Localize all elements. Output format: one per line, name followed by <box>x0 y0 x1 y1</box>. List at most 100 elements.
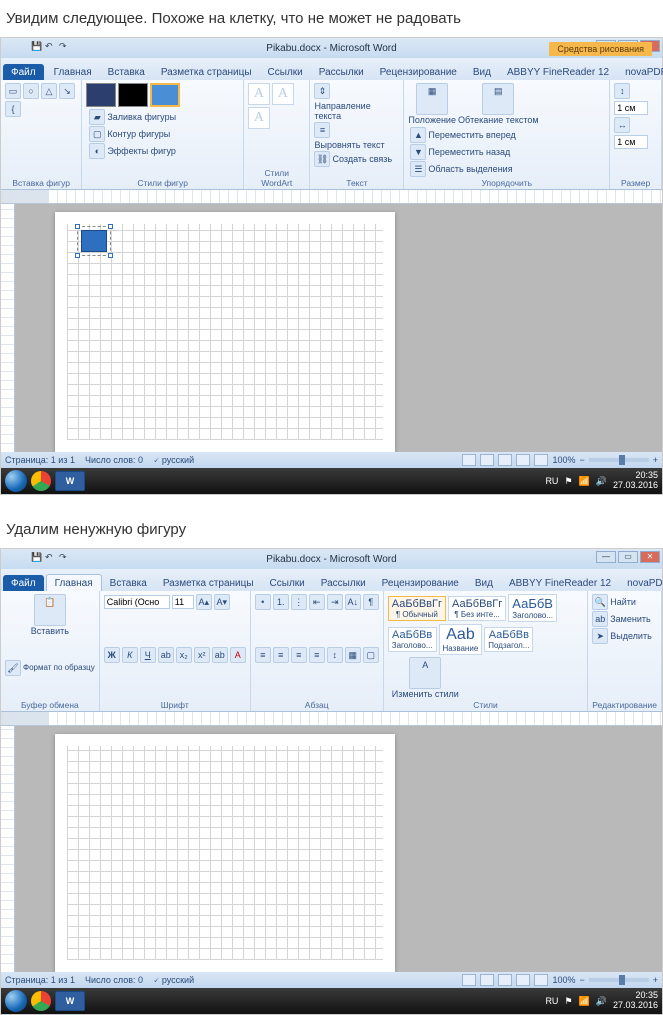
selected-shape-rectangle[interactable] <box>81 230 107 252</box>
view-draft[interactable] <box>534 974 548 986</box>
start-button[interactable] <box>5 990 27 1012</box>
tab-layout[interactable]: Разметка страницы <box>153 64 260 80</box>
tray-lang[interactable]: RU <box>545 476 558 486</box>
shape-icon[interactable]: △ <box>41 83 57 99</box>
tab-novapdf[interactable]: novaPDF <box>619 575 663 591</box>
resize-handle[interactable] <box>108 224 113 229</box>
zoom-value[interactable]: 100% <box>552 975 575 985</box>
select-icon[interactable]: ➤ <box>592 628 608 644</box>
style-heading2[interactable]: АаБбВвЗаголово... <box>388 627 437 652</box>
link-icon[interactable]: ⛓ <box>314 151 330 167</box>
status-wordcount[interactable]: Число слов: 0 <box>85 455 143 466</box>
tray-flag-icon[interactable]: ⚑ <box>564 476 572 487</box>
view-web[interactable] <box>498 974 512 986</box>
style-swatch-selected[interactable] <box>150 83 180 107</box>
shape-height-input[interactable] <box>614 101 648 115</box>
tab-references[interactable]: Ссылки <box>262 575 313 591</box>
align-left-button[interactable]: ≡ <box>255 647 271 663</box>
shape-icon[interactable]: ▭ <box>5 83 21 99</box>
zoom-slider[interactable] <box>589 978 649 982</box>
decrease-indent-button[interactable]: ⇤ <box>309 594 325 610</box>
align-right-button[interactable]: ≡ <box>291 647 307 663</box>
paste-button[interactable]: 📋 <box>34 594 66 626</box>
tray-network-icon[interactable]: 📶 <box>579 996 590 1007</box>
tray-flag-icon[interactable]: ⚑ <box>564 996 572 1007</box>
wordart-style[interactable]: A <box>248 83 270 105</box>
maximize-button[interactable]: ▭ <box>618 551 638 563</box>
view-reading[interactable] <box>480 454 494 466</box>
tab-layout[interactable]: Разметка страницы <box>155 575 262 591</box>
horizontal-ruler[interactable] <box>1 190 662 204</box>
tray-lang[interactable]: RU <box>545 996 558 1006</box>
italic-button[interactable]: К <box>122 647 138 663</box>
tray-network-icon[interactable]: 📶 <box>579 476 590 487</box>
taskbar-word-icon[interactable]: W <box>55 471 85 491</box>
start-button[interactable] <box>5 470 27 492</box>
replace-icon[interactable]: ab <box>592 611 608 627</box>
align-text-label[interactable]: Выровнять текст <box>314 140 384 150</box>
tab-review[interactable]: Рецензирование <box>372 64 465 80</box>
status-language[interactable]: 🗸 русский <box>153 975 194 986</box>
strike-button[interactable]: ab <box>158 647 174 663</box>
view-web[interactable] <box>498 454 512 466</box>
tray-clock[interactable]: 20:35 27.03.2016 <box>613 471 658 491</box>
select-label[interactable]: Выделить <box>610 631 652 641</box>
bring-forward-label[interactable]: Переместить вперед <box>428 130 515 140</box>
shrink-font-icon[interactable]: A▾ <box>214 594 230 610</box>
align-text-icon[interactable]: ≡ <box>314 122 330 138</box>
show-marks-button[interactable]: ¶ <box>363 594 379 610</box>
document-page[interactable] <box>55 212 395 452</box>
font-name-dropdown[interactable] <box>104 595 170 609</box>
view-print-layout[interactable] <box>462 454 476 466</box>
tab-home[interactable]: Главная <box>46 64 100 80</box>
shape-width-input[interactable] <box>614 135 648 149</box>
fill-icon[interactable]: ▰ <box>89 109 105 125</box>
format-painter-label[interactable]: Формат по образцу <box>23 663 95 672</box>
selection-pane-label[interactable]: Область выделения <box>428 164 512 174</box>
tab-file[interactable]: Файл <box>3 575 44 591</box>
view-draft[interactable] <box>534 454 548 466</box>
wrap-text-button[interactable]: ▤ <box>482 83 514 115</box>
style-subtitle[interactable]: АаБбВвПодзагол... <box>484 627 533 652</box>
zoom-out-button[interactable]: − <box>579 975 584 985</box>
bold-button[interactable]: Ж <box>104 647 120 663</box>
document-page[interactable] <box>55 734 395 972</box>
font-size-dropdown[interactable] <box>172 595 194 609</box>
outline-icon[interactable]: ▢ <box>89 126 105 142</box>
save-icon[interactable]: 💾 <box>31 552 41 562</box>
shape-icon[interactable]: ○ <box>23 83 39 99</box>
font-color-button[interactable]: A <box>230 647 246 663</box>
vertical-ruler[interactable] <box>1 726 15 972</box>
tab-insert[interactable]: Вставка <box>100 64 153 80</box>
tab-review[interactable]: Рецензирование <box>374 575 467 591</box>
zoom-in-button[interactable]: + <box>653 975 658 985</box>
taskbar-chrome-icon[interactable] <box>31 471 51 491</box>
borders-button[interactable]: ▢ <box>363 647 379 663</box>
effects-icon[interactable]: ◐ <box>89 143 105 159</box>
tab-home[interactable]: Главная <box>46 574 102 591</box>
save-icon[interactable]: 💾 <box>31 41 41 51</box>
increase-indent-button[interactable]: ⇥ <box>327 594 343 610</box>
create-link-label[interactable]: Создать связь <box>332 154 392 164</box>
undo-icon[interactable]: ↶ <box>45 552 55 562</box>
resize-handle[interactable] <box>75 253 80 258</box>
tab-view[interactable]: Вид <box>467 575 501 591</box>
zoom-in-button[interactable]: + <box>653 455 658 465</box>
line-spacing-button[interactable]: ↕ <box>327 647 343 663</box>
style-swatch[interactable] <box>86 83 116 107</box>
justify-button[interactable]: ≡ <box>309 647 325 663</box>
shape-effects-label[interactable]: Эффекты фигур <box>107 146 176 156</box>
style-heading1[interactable]: АаБбВЗаголово... <box>508 594 557 622</box>
bullets-button[interactable]: • <box>255 594 271 610</box>
change-styles-button[interactable]: A <box>409 657 441 689</box>
zoom-out-button[interactable]: − <box>579 455 584 465</box>
zoom-slider[interactable] <box>589 458 649 462</box>
status-page[interactable]: Страница: 1 из 1 <box>5 455 75 466</box>
tray-clock[interactable]: 20:35 27.03.2016 <box>613 991 658 1011</box>
multilevel-button[interactable]: ⋮ <box>291 594 307 610</box>
grow-font-icon[interactable]: A▴ <box>196 594 212 610</box>
taskbar-word-icon[interactable]: W <box>55 991 85 1011</box>
resize-handle[interactable] <box>108 253 113 258</box>
tab-mailings[interactable]: Рассылки <box>311 64 372 80</box>
tab-abbyy-fr[interactable]: ABBYY FineReader 12 <box>499 64 617 80</box>
